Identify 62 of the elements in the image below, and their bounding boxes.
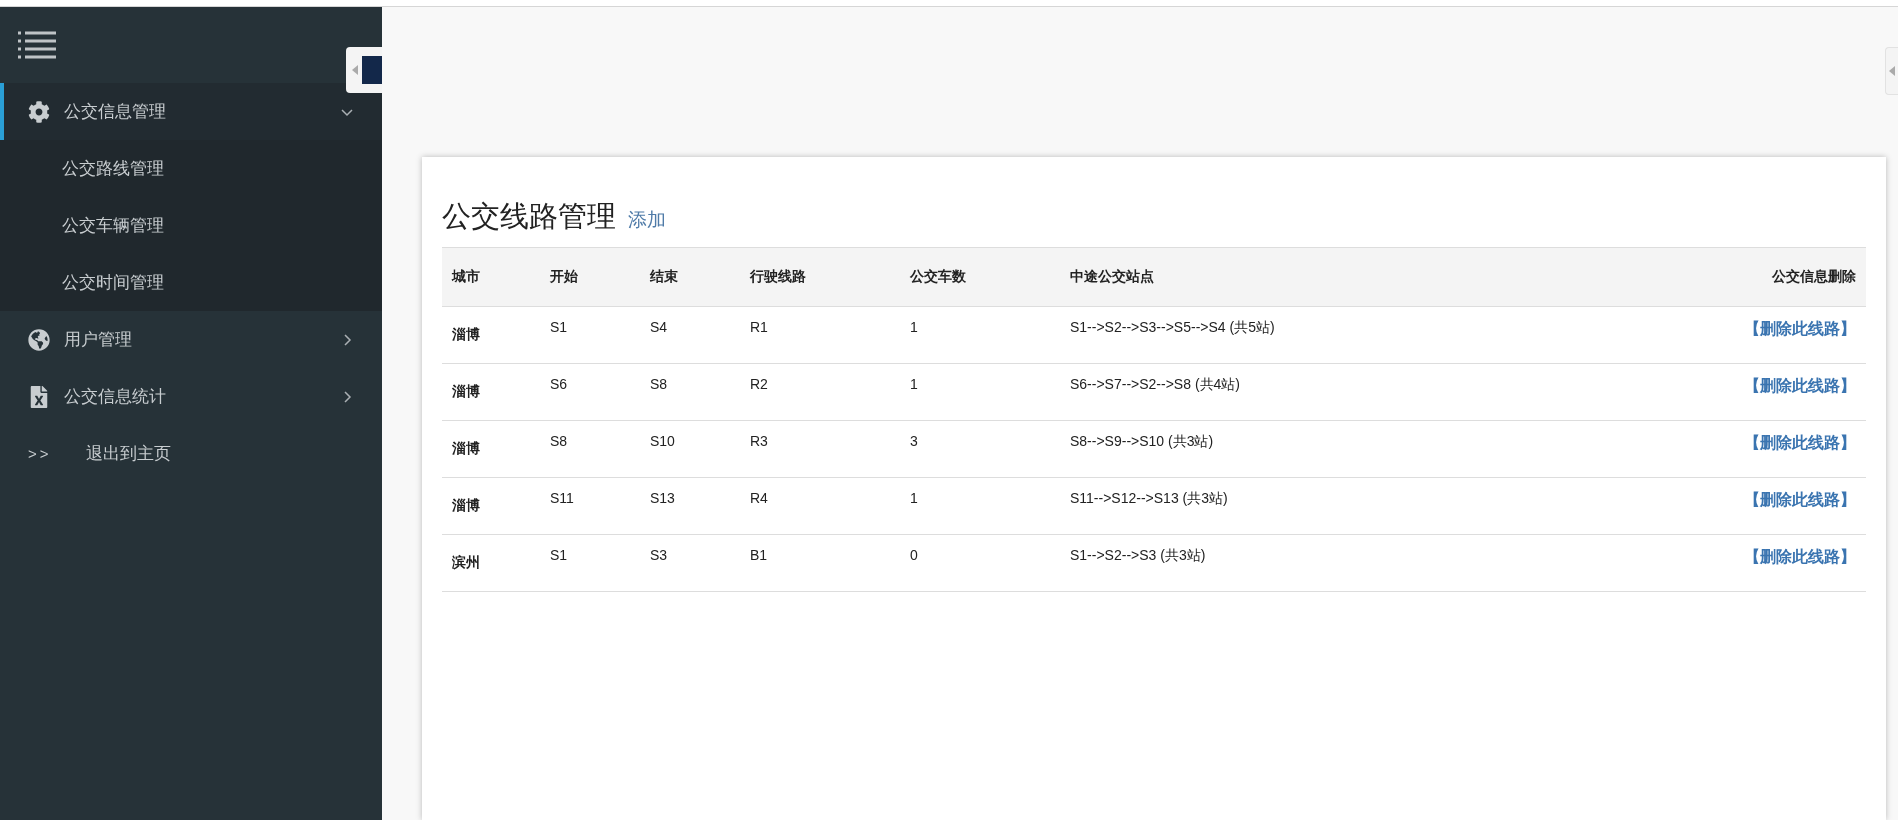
table-cell: S4 — [640, 306, 740, 364]
table-cell: 淄博 — [442, 306, 540, 364]
table-cell: 滨州 — [442, 534, 540, 592]
add-link[interactable]: 添加 — [628, 207, 666, 233]
table-cell: 1 — [900, 363, 1060, 421]
triangle-icon — [1889, 66, 1895, 76]
column-header: 结束 — [640, 247, 740, 307]
table-cell: S11-->S12-->S13 (共3站) — [1060, 477, 1568, 535]
menu-label: 公交信息管理 — [64, 101, 167, 123]
menu-label: 退出到主页 — [86, 443, 172, 465]
column-header: 中途公交站点 — [1060, 247, 1568, 307]
table-cell: S1 — [540, 306, 640, 364]
logo-icon — [362, 56, 382, 84]
table-cell: R3 — [740, 420, 900, 478]
table-cell: S1 — [540, 534, 640, 592]
table-cell: S6-->S7-->S2-->S8 (共4站) — [1060, 363, 1568, 421]
menu-item[interactable]: 公交信息管理 — [0, 83, 382, 140]
table-cell: S3 — [640, 534, 740, 592]
menu-icon — [18, 30, 56, 60]
table-cell: 0 — [900, 534, 1060, 592]
table-cell: S8-->S9-->S10 (共3站) — [1060, 420, 1568, 478]
table-cell: 淄博 — [442, 477, 540, 535]
collapse-tab[interactable] — [346, 47, 382, 93]
column-header: 城市 — [442, 247, 540, 307]
table-cell: R2 — [740, 363, 900, 421]
table-cell: 1 — [900, 477, 1060, 535]
delete-link[interactable]: 【删除此线路】 — [1744, 491, 1856, 508]
table-cell: S1-->S2-->S3 (共3站) — [1060, 534, 1568, 592]
table-cell: 1 — [900, 306, 1060, 364]
table-cell: B1 — [740, 534, 900, 592]
table-cell: 3 — [900, 420, 1060, 478]
table-cell: S6 — [540, 363, 640, 421]
delete-link[interactable]: 【删除此线路】 — [1744, 377, 1856, 394]
page-title: 公交线路管理 — [442, 199, 616, 234]
menu-button[interactable] — [18, 30, 56, 60]
table-cell: S8 — [540, 420, 640, 478]
table-cell: 淄博 — [442, 420, 540, 478]
delete-link[interactable]: 【删除此线路】 — [1744, 434, 1856, 451]
column-header: 公交信息删除 — [1567, 247, 1866, 307]
submenu-item[interactable]: 公交时间管理 — [0, 254, 382, 311]
table-cell: R1 — [740, 306, 900, 364]
delete-link[interactable]: 【删除此线路】 — [1744, 548, 1856, 565]
column-header: 开始 — [540, 247, 640, 307]
triangle-icon — [352, 65, 358, 75]
table-cell: S13 — [640, 477, 740, 535]
globe-icon — [28, 328, 50, 351]
delete-link[interactable]: 【删除此线路】 — [1744, 320, 1856, 337]
table-cell: R4 — [740, 477, 900, 535]
table-cell: 淄博 — [442, 363, 540, 421]
submenu-item[interactable]: 公交车辆管理 — [0, 197, 382, 254]
prefix-text: >> — [28, 445, 53, 462]
table-cell: S8 — [640, 363, 740, 421]
table-cell: S10 — [640, 420, 740, 478]
gear-icon — [28, 100, 50, 123]
menu-label: 公交信息统计 — [64, 386, 167, 408]
table-cell: S11 — [540, 477, 640, 535]
menu-label: 用户管理 — [64, 329, 133, 351]
column-header: 行驶线路 — [740, 247, 900, 307]
submenu-item[interactable]: 公交路线管理 — [0, 140, 382, 197]
table-cell: S1-->S2-->S3-->S5-->S4 (共5站) — [1060, 306, 1568, 364]
column-header: 公交车数 — [900, 247, 1060, 307]
spreadsheet-file-icon — [28, 385, 50, 408]
